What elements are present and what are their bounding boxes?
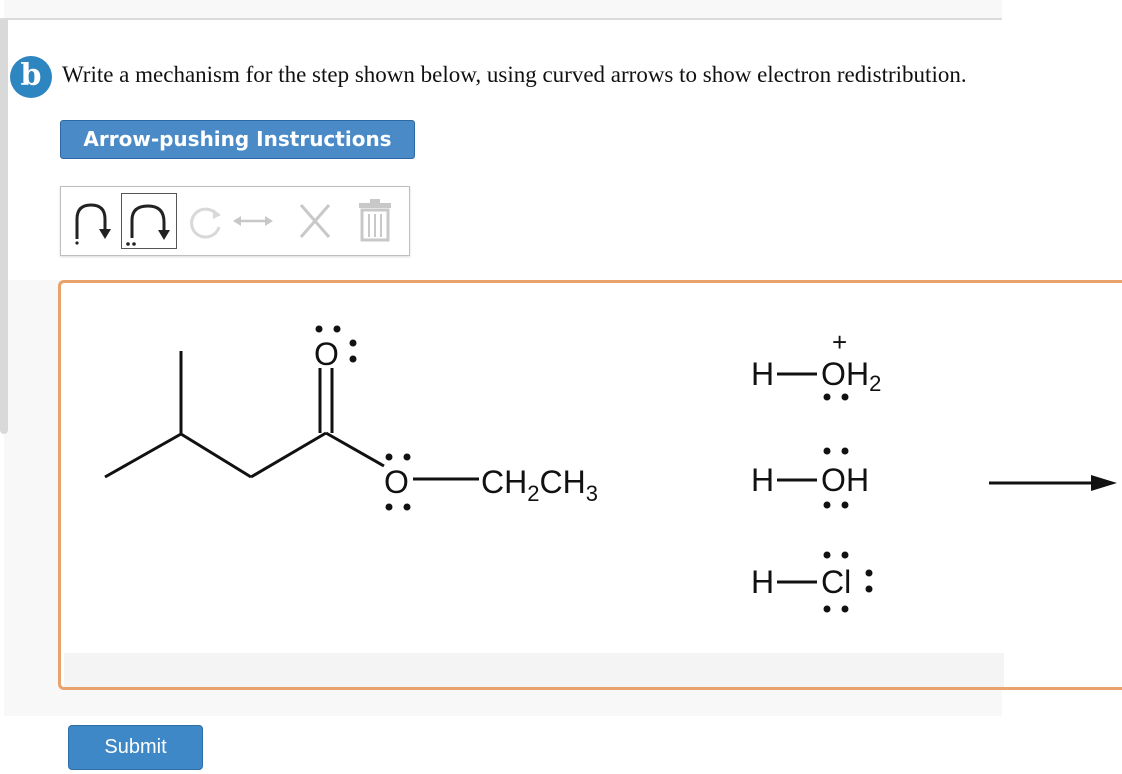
reaction-drawing: O O CH2CH3 H O H2 + H O H H Cl: [104, 325, 1117, 613]
part-badge: b: [10, 56, 52, 98]
svg-text:+: +: [832, 327, 847, 357]
delete-x-icon[interactable]: [293, 193, 337, 249]
mechanism-canvas[interactable]: O O CH2CH3 H O H2 + H O H H Cl: [58, 280, 1122, 690]
ether-oxygen: O: [384, 464, 409, 500]
arrow-toolbar: [60, 186, 410, 256]
lone-pair-curved-arrow-icon[interactable]: [121, 193, 177, 249]
resonance-arrow-icon[interactable]: [229, 193, 277, 249]
hydronium-ion: H O H2 +: [751, 327, 881, 401]
svg-text:Cl: Cl: [821, 564, 851, 600]
single-curved-arrow-icon[interactable]: [69, 193, 119, 249]
svg-text:H: H: [846, 462, 869, 498]
trash-icon[interactable]: [353, 193, 397, 249]
svg-text:H: H: [751, 462, 774, 498]
hydrogen-chloride: H Cl: [751, 551, 873, 613]
reaction-arrow-icon: [989, 475, 1117, 491]
svg-text:O: O: [821, 462, 846, 498]
svg-text:H: H: [751, 356, 774, 392]
ester-molecule: [104, 351, 479, 481]
svg-text:O: O: [821, 356, 846, 392]
water-molecule: H O H: [751, 447, 869, 509]
arrow-pushing-instructions-button[interactable]: Arrow-pushing Instructions: [60, 120, 415, 159]
svg-text:H: H: [751, 564, 774, 600]
svg-text:H2: H2: [846, 356, 881, 396]
scroll-indicator[interactable]: [0, 20, 8, 434]
ethyl-group-label: CH2CH3: [481, 464, 598, 506]
submit-button[interactable]: Submit: [68, 725, 203, 770]
question-text: Write a mechanism for the step shown bel…: [62, 62, 967, 87]
carbonyl-oxygen: O: [314, 336, 339, 372]
rotate-icon[interactable]: [183, 193, 227, 249]
